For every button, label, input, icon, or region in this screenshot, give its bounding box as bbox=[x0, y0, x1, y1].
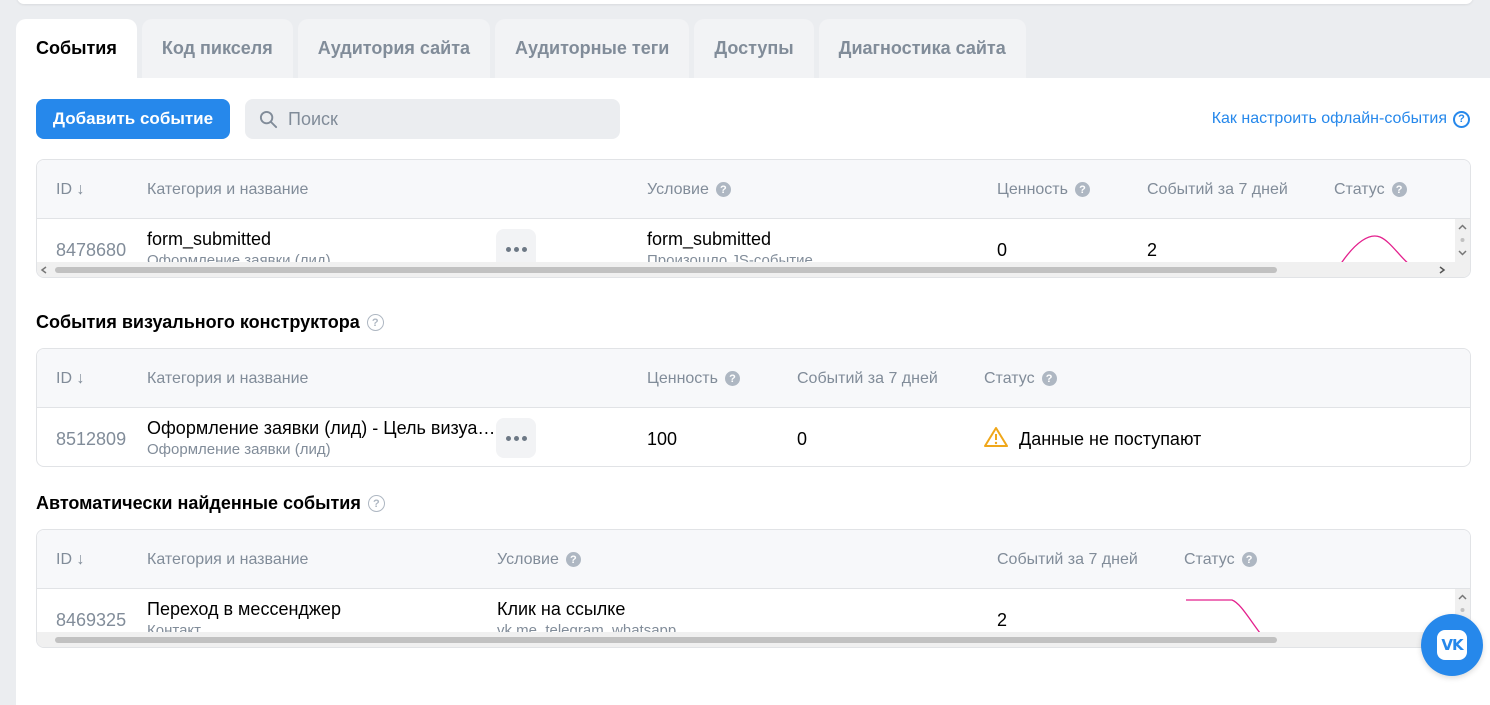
visual-events-table: ID ↓ Категория и название Ценность? Собы… bbox=[36, 348, 1471, 467]
event-id: 8469325 bbox=[56, 610, 127, 630]
question-circle-icon: ? bbox=[1453, 110, 1470, 128]
question-icon[interactable]: ? bbox=[1041, 371, 1057, 386]
visual-section-title: События визуального конструктора? bbox=[36, 312, 384, 333]
question-icon[interactable]: ? bbox=[724, 371, 740, 386]
tab-access[interactable]: Доступы bbox=[694, 19, 814, 78]
table-header: ID ↓ Категория и название Условие? Событ… bbox=[37, 530, 1470, 589]
col-status: Статус? bbox=[984, 349, 1057, 408]
more-dots-icon[interactable] bbox=[496, 229, 536, 262]
status-sparkline bbox=[1341, 235, 1408, 262]
col-value: Ценность? bbox=[997, 160, 1090, 219]
col-value: Ценность? bbox=[647, 349, 740, 408]
event-id: 8478680 bbox=[56, 240, 127, 260]
event-condition: form_submitted bbox=[647, 229, 772, 249]
event-condition: Клик на ссылке bbox=[497, 599, 626, 619]
table-row[interactable]: 8469325 Переход в мессенджер Контакт Кли… bbox=[37, 589, 1470, 632]
col-condition: Условие? bbox=[497, 530, 581, 589]
col-name: Категория и название bbox=[147, 180, 309, 198]
question-circle-icon[interactable]: ? bbox=[367, 495, 385, 512]
col-status: Статус? bbox=[1334, 160, 1407, 219]
table-row[interactable]: 8512809 Оформление заявки (лид) - Цель в… bbox=[37, 408, 1470, 466]
vk-logo-icon: VK bbox=[1437, 630, 1467, 660]
col-name: Категория и название bbox=[147, 369, 309, 387]
scroll-thumb[interactable] bbox=[55, 267, 1277, 273]
tab-site-diagnostics[interactable]: Диагностика сайта bbox=[818, 19, 1026, 78]
question-icon[interactable]: ? bbox=[1391, 182, 1407, 197]
auto-events-table: ID ↓ Категория и название Условие? Событ… bbox=[36, 529, 1471, 648]
tab-audience-tags[interactable]: Аудиторные теги bbox=[495, 19, 690, 78]
status-text: Данные не поступают bbox=[1019, 429, 1202, 449]
warning-icon bbox=[984, 427, 1008, 447]
vk-chat-widget[interactable]: VK bbox=[1421, 614, 1483, 676]
event-count: 2 bbox=[1147, 240, 1158, 260]
event-count: 0 bbox=[797, 429, 808, 449]
question-icon[interactable]: ? bbox=[565, 552, 581, 567]
event-condition-sub: Произошло JS-событие bbox=[647, 252, 813, 262]
chevron-up-icon bbox=[1458, 224, 1467, 256]
table-header: ID ↓ Категория и название Ценность? Собы… bbox=[37, 349, 1470, 408]
event-id: 8512809 bbox=[56, 429, 127, 449]
tab-events[interactable]: События bbox=[16, 19, 137, 78]
col-id[interactable]: ID ↓ bbox=[56, 530, 84, 589]
horizontal-scrollbar[interactable] bbox=[37, 632, 1470, 647]
col-count: Событий за 7 дней bbox=[1147, 180, 1288, 198]
event-name: form_submitted bbox=[147, 229, 272, 249]
add-event-button[interactable]: Добавить событие bbox=[36, 99, 230, 139]
tab-site-audience[interactable]: Аудитория сайта bbox=[297, 19, 491, 78]
more-dots-icon[interactable] bbox=[496, 418, 536, 458]
event-value: 100 bbox=[647, 429, 678, 449]
scroll-thumb[interactable] bbox=[55, 637, 1277, 643]
col-status: Статус? bbox=[1184, 530, 1257, 589]
search-input[interactable] bbox=[288, 108, 608, 130]
question-circle-icon[interactable]: ? bbox=[366, 314, 384, 331]
offline-events-help-link[interactable]: Как настроить офлайн-события ? bbox=[1212, 110, 1470, 128]
horizontal-scrollbar[interactable] bbox=[37, 262, 1470, 277]
status-sparkline bbox=[1186, 599, 1261, 632]
tab-bar: События Код пикселя Аудитория сайта Ауди… bbox=[16, 19, 1031, 78]
event-name: Оформление заявки (лид) - Цель визуа… bbox=[147, 418, 496, 438]
col-name: Категория и название bbox=[147, 550, 309, 568]
top-card-edge bbox=[17, 0, 1473, 4]
vertical-scrollbar[interactable] bbox=[1455, 219, 1470, 262]
auto-section-title: Автоматически найденные события? bbox=[36, 493, 385, 514]
event-value: 0 bbox=[997, 240, 1008, 260]
table-header: ID ↓ Категория и название Условие? Ценно… bbox=[37, 160, 1470, 219]
offline-events-help-label: Как настроить офлайн-события bbox=[1211, 110, 1447, 127]
col-count: Событий за 7 дней bbox=[797, 369, 938, 387]
chevron-right-icon bbox=[1439, 266, 1446, 274]
event-category: Контакт bbox=[147, 622, 202, 632]
event-category: Оформление заявки (лид) bbox=[147, 252, 331, 262]
tab-pixel-code[interactable]: Код пикселя bbox=[141, 19, 293, 78]
col-id[interactable]: ID ↓ bbox=[56, 349, 84, 408]
event-name: Переход в мессенджер bbox=[147, 599, 341, 619]
question-icon[interactable]: ? bbox=[1074, 182, 1090, 197]
events-panel: Добавить событие Как настроить офлайн-со… bbox=[16, 78, 1490, 705]
table-row[interactable]: 8478680 form_submitted Оформление заявки… bbox=[37, 219, 1470, 262]
event-count: 2 bbox=[997, 610, 1008, 630]
question-icon[interactable]: ? bbox=[715, 182, 731, 197]
search-icon bbox=[259, 110, 278, 128]
events-table: ID ↓ Категория и название Условие? Ценно… bbox=[36, 159, 1471, 278]
event-condition-sub: vk.me, telegram, whatsapp bbox=[497, 622, 677, 632]
col-id[interactable]: ID ↓ bbox=[56, 160, 84, 219]
search-box bbox=[245, 99, 620, 139]
chevron-left-icon bbox=[40, 266, 47, 274]
event-category: Оформление заявки (лид) bbox=[147, 441, 331, 458]
col-condition: Условие? bbox=[647, 160, 731, 219]
col-count: Событий за 7 дней bbox=[997, 550, 1138, 568]
question-icon[interactable]: ? bbox=[1241, 552, 1257, 567]
